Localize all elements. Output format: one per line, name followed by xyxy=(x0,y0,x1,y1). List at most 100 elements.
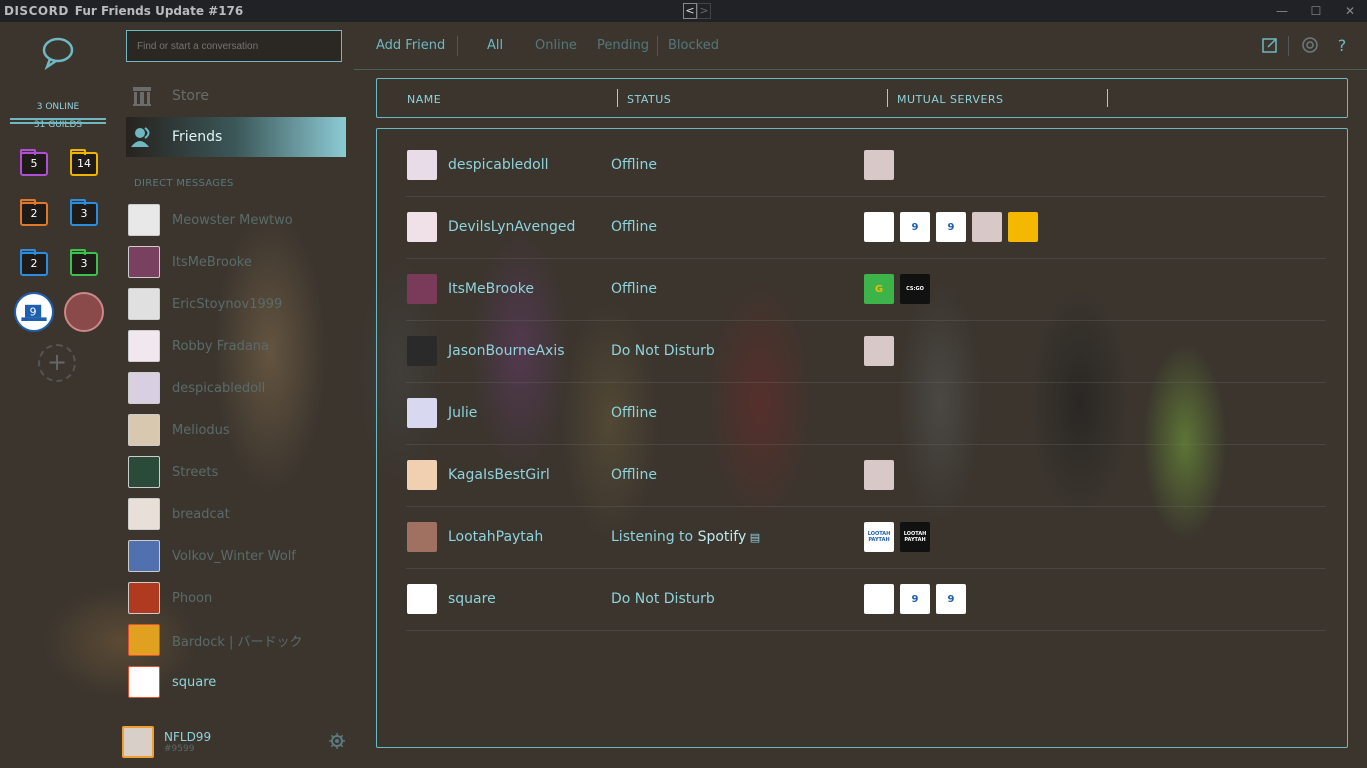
server-icon[interactable]: G xyxy=(864,274,894,304)
server-icon[interactable]: 9 xyxy=(936,212,966,242)
friends-nav-item[interactable]: Friends xyxy=(126,117,346,157)
close-button[interactable]: ✕ xyxy=(1333,0,1367,22)
guild-folder[interactable]: 3 xyxy=(70,199,98,226)
tab-pending[interactable]: Pending xyxy=(597,38,649,53)
dm-item[interactable]: Streets xyxy=(128,454,348,490)
friend-row[interactable]: Julie Offline xyxy=(406,383,1326,445)
gear-icon[interactable] xyxy=(328,732,346,750)
friend-row[interactable]: square Do Not Disturb 9 9 xyxy=(406,569,1326,631)
guild-folder[interactable]: 3 xyxy=(70,249,98,276)
title-bar: DISCORD Fur Friends Update #176 < > — ☐ … xyxy=(0,0,1367,22)
friend-status: Offline xyxy=(611,281,657,297)
friends-list: despicabledoll Offline DevilsLynAvenged Off… xyxy=(376,128,1348,748)
back-button[interactable]: < xyxy=(683,3,697,19)
dm-item[interactable]: Phoon xyxy=(128,580,348,616)
server-icon[interactable] xyxy=(864,460,894,490)
friend-row[interactable]: DevilsLynAvenged Offline 9 9 xyxy=(406,197,1326,259)
chat-bubble-icon[interactable] xyxy=(40,34,76,70)
server-icon[interactable]: 9 xyxy=(936,584,966,614)
avatar xyxy=(128,330,160,362)
dm-name: square xyxy=(172,674,217,690)
dm-item[interactable]: EricStoynov1999 xyxy=(128,286,348,322)
dm-item[interactable]: despicabledoll xyxy=(128,370,348,406)
dm-name: Meowster Mewtwo xyxy=(172,212,293,228)
server-icon[interactable]: 9 xyxy=(900,584,930,614)
rich-presence-icon[interactable]: ▤ xyxy=(746,531,760,544)
dm-item[interactable]: ItsMeBrooke xyxy=(128,244,348,280)
dm-item[interactable]: Volkov_Winter Wolf xyxy=(128,538,348,574)
window-title: Fur Friends Update #176 xyxy=(74,4,244,18)
svg-text:9: 9 xyxy=(30,306,37,319)
add-guild-button[interactable]: + xyxy=(38,344,76,382)
column-divider xyxy=(887,89,888,107)
mentions-icon[interactable] xyxy=(1301,36,1319,54)
server-icon[interactable] xyxy=(1008,212,1038,242)
dm-item[interactable]: Robby Fradana xyxy=(128,328,348,364)
column-header-name[interactable]: NAME xyxy=(407,93,441,106)
dm-item[interactable]: breadcat xyxy=(128,496,348,532)
store-icon xyxy=(133,87,151,106)
dm-item[interactable]: Bardock | バードック xyxy=(128,622,348,658)
avatar xyxy=(407,336,437,366)
server-icon[interactable]: CS:GO xyxy=(900,274,930,304)
dm-item[interactable]: Meowster Mewtwo xyxy=(128,202,348,238)
friend-row[interactable]: ItsMeBrooke Offline G CS:GO xyxy=(406,259,1326,321)
search-input[interactable] xyxy=(126,30,342,62)
maximize-button[interactable]: ☐ xyxy=(1299,0,1333,22)
help-icon[interactable]: ? xyxy=(1333,36,1351,54)
guild-folder[interactable]: 2 xyxy=(20,249,48,276)
avatar[interactable] xyxy=(122,726,154,758)
column-header-mutual-servers[interactable]: MUTUAL SERVERS xyxy=(897,93,1004,106)
username: NFLD99 xyxy=(164,729,212,744)
divider xyxy=(657,36,658,56)
tab-online[interactable]: Online xyxy=(535,38,577,53)
status-text: Offline xyxy=(611,405,657,421)
avatar xyxy=(128,372,160,404)
guild-icon[interactable] xyxy=(64,292,104,332)
new-group-dm-icon[interactable] xyxy=(1261,36,1279,54)
tab-add-friend[interactable]: Add Friend xyxy=(376,38,445,53)
server-icon[interactable] xyxy=(972,212,1002,242)
minimize-button[interactable]: — xyxy=(1265,0,1299,22)
friend-status: Offline xyxy=(611,405,657,421)
tab-blocked[interactable]: Blocked xyxy=(668,38,719,53)
friend-row[interactable]: despicabledoll Offline xyxy=(406,135,1326,197)
divider xyxy=(1288,36,1289,56)
server-icon[interactable]: LOOTAH PAYTAH xyxy=(900,522,930,552)
dm-item[interactable]: Meliodus xyxy=(128,412,348,448)
friend-status: Offline xyxy=(611,467,657,483)
mutual-servers: 99 xyxy=(864,212,1038,242)
forward-button[interactable]: > xyxy=(697,3,711,19)
dm-name: Streets xyxy=(172,464,219,480)
store-nav-item[interactable]: Store xyxy=(126,76,346,116)
server-icon[interactable] xyxy=(864,584,894,614)
discord-logo: DISCORD xyxy=(4,4,69,18)
server-icon[interactable]: LOOTAH PAYTAH xyxy=(864,522,894,552)
server-icon[interactable] xyxy=(864,212,894,242)
guild-folder[interactable]: 2 xyxy=(20,199,48,226)
friend-name: DevilsLynAvenged xyxy=(448,219,576,235)
friend-row[interactable]: KagaIsBestGirl Offline xyxy=(406,445,1326,507)
status-text: Offline xyxy=(611,219,657,235)
column-header-status[interactable]: STATUS xyxy=(627,93,671,106)
server-icon[interactable] xyxy=(864,336,894,366)
status-text: Offline xyxy=(611,467,657,483)
server-icon[interactable]: 9 xyxy=(900,212,930,242)
friend-name: square xyxy=(448,591,496,607)
online-count: 3 ONLINE xyxy=(36,102,80,112)
avatar xyxy=(407,522,437,552)
friend-row[interactable]: LootahPaytah Listening to Spotify ▤ LOOTAH… xyxy=(406,507,1326,569)
tab-all[interactable]: All xyxy=(487,38,503,53)
mutual-servers: G CS:GO xyxy=(864,274,930,304)
friend-row[interactable]: JasonBourneAxis Do Not Disturb xyxy=(406,321,1326,383)
guild-folder[interactable]: 5 xyxy=(20,149,48,176)
server-icon[interactable] xyxy=(864,150,894,180)
avatar xyxy=(407,584,437,614)
avatar xyxy=(128,246,160,278)
guild-icon[interactable]: 9 xyxy=(14,292,54,332)
status-text: Do Not Disturb xyxy=(611,343,715,359)
dm-item[interactable]: square xyxy=(128,664,348,700)
dm-name: Robby Fradana xyxy=(172,338,269,354)
guild-folder[interactable]: 14 xyxy=(70,149,98,176)
user-tag: #9599 xyxy=(164,743,195,754)
